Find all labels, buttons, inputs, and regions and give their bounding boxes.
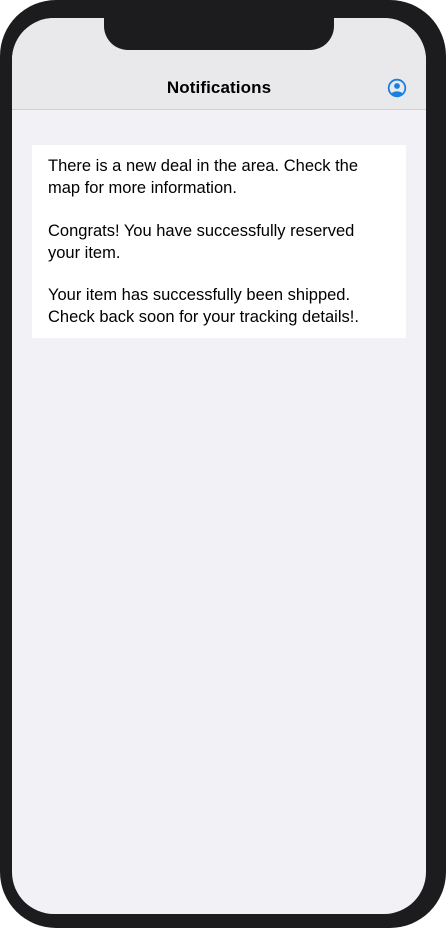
profile-button[interactable] — [387, 78, 407, 98]
page-title: Notifications — [166, 78, 272, 97]
device-notch — [104, 18, 334, 50]
notification-item[interactable]: There is a new deal in the area. Check t… — [48, 155, 388, 199]
notifications-list: There is a new deal in the area. Check t… — [32, 145, 406, 338]
phone-frame: Notifications There is a new deal in the… — [0, 0, 446, 928]
notification-item[interactable]: Your item has successfully been shipped.… — [48, 284, 388, 328]
app-screen: Notifications There is a new deal in the… — [12, 18, 426, 914]
notification-item[interactable]: Congrats! You have successfully reserved… — [48, 220, 388, 264]
person-circle-icon — [387, 78, 407, 98]
